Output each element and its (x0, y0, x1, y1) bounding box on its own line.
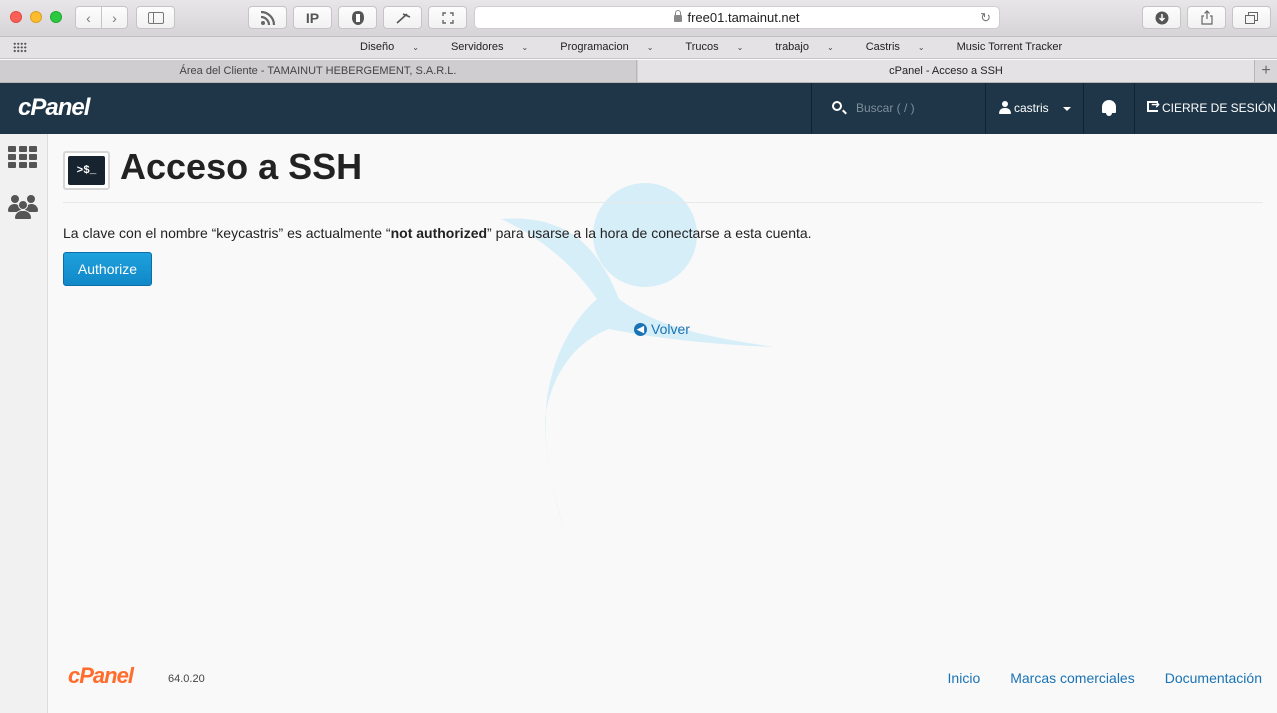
shield-icon[interactable] (338, 6, 377, 29)
footer-link-documentation[interactable]: Documentación (1165, 670, 1262, 686)
chevron-down-icon: ⌄ (736, 43, 744, 52)
caret-down-icon (1063, 107, 1071, 111)
favorite-music-torrent-tracker[interactable]: Music Torrent Tracker (957, 41, 1079, 53)
favorite-label: Music Torrent Tracker (956, 41, 1063, 53)
arrow-left-circle-icon: ◀ (634, 322, 647, 336)
favorite-label: Castris (865, 41, 900, 53)
back-icon[interactable]: ‹ (76, 7, 102, 28)
cpanel-logo[interactable]: cPanel (18, 94, 90, 122)
rss-icon[interactable] (248, 6, 287, 29)
tabs-overview-icon[interactable] (1232, 6, 1271, 29)
favorite-label: Diseño (360, 41, 395, 53)
share-icon[interactable] (1187, 6, 1226, 29)
download-icon[interactable] (1142, 6, 1181, 29)
favorite-servidores[interactable]: Servidores ⌄ (451, 41, 544, 53)
authorize-button[interactable]: Authorize (63, 252, 152, 286)
message-suffix: ” para usarse a la hora de conectarse a … (487, 225, 812, 241)
terminal-icon: >$_ (63, 151, 110, 190)
tab-cpanel-ssh[interactable]: cPanel - Acceso a SSH (638, 60, 1254, 82)
favorite-label: Trucos (685, 41, 719, 53)
logout-button[interactable]: CIERRE DE SESIÓN (1135, 83, 1277, 134)
favorite-trabajo[interactable]: trabajo ⌄ (775, 41, 849, 53)
history-nav: ‹ › (75, 6, 128, 29)
search-input[interactable] (856, 98, 976, 118)
main-content: >$_ Acceso a SSH La clave con el nombre … (49, 134, 1277, 713)
url-text: free01.tamainut.net (687, 10, 800, 25)
favorite-diseno[interactable]: Diseño ⌄ (360, 41, 435, 53)
new-tab-icon[interactable]: + (1254, 60, 1277, 82)
search-icon (832, 101, 842, 111)
tool-icon[interactable] (383, 6, 422, 29)
notifications-button[interactable] (1084, 83, 1134, 134)
footer: cPanel 64.0.20 Inicio Marcas comerciales… (49, 659, 1277, 699)
users-icon[interactable] (8, 192, 38, 220)
chevron-down-icon: ⌄ (521, 43, 529, 52)
back-link[interactable]: ◀ Volver (634, 321, 690, 337)
close-window-button[interactable] (10, 11, 22, 23)
sidebar (0, 134, 48, 713)
zoom-window-button[interactable] (50, 11, 62, 23)
apps-grid-icon[interactable] (8, 146, 37, 168)
message-prefix: La clave con el nombre “keycastris” es a… (63, 225, 391, 241)
chevron-down-icon: ⌄ (826, 43, 834, 52)
page-title: Acceso a SSH (120, 146, 363, 187)
user-icon (999, 101, 1011, 114)
expand-icon[interactable] (428, 6, 467, 29)
divider (63, 202, 1263, 203)
favorites-bar: Diseño ⌄ Servidores ⌄ Programacion ⌄ Trucos… (0, 37, 1277, 59)
footer-link-trademarks[interactable]: Marcas comerciales (1010, 670, 1134, 686)
logout-label: CIERRE DE SESIÓN (1162, 101, 1277, 115)
search-box (812, 83, 985, 134)
terminal-prompt: >$_ (68, 156, 105, 185)
ip-icon[interactable]: IP (293, 6, 332, 29)
grid-icon[interactable] (13, 42, 27, 53)
cpanel-header: cPanel castris CIERRE DE SESIÓN (0, 83, 1277, 134)
lock-icon (674, 10, 683, 22)
tab-title: cPanel - Acceso a SSH (889, 65, 1003, 77)
version: 64.0.20 (168, 673, 205, 685)
key-status-message: La clave con el nombre “keycastris” es a… (63, 225, 812, 241)
reload-icon[interactable]: ↻ (980, 10, 991, 26)
browser-toolbar: ‹ › IP free01.tamainut.net ↻ (0, 0, 1277, 37)
favorite-label: trabajo (775, 41, 809, 53)
minimize-window-button[interactable] (30, 11, 42, 23)
favorite-programacion[interactable]: Programacion ⌄ (560, 41, 669, 53)
address-bar[interactable]: free01.tamainut.net ↻ (474, 6, 1000, 29)
back-label: Volver (651, 321, 690, 337)
tab-title: Área del Cliente - TAMAINUT HEBERGEMENT,… (179, 65, 457, 77)
favorite-castris[interactable]: Castris ⌄ (866, 41, 941, 53)
favorites-list: Diseño ⌄ Servidores ⌄ Programacion ⌄ Trucos… (360, 41, 1094, 53)
chevron-down-icon: ⌄ (917, 43, 925, 52)
sidebar-icon[interactable] (136, 6, 175, 29)
favorite-label: Programacion (560, 41, 629, 53)
tab-client-area[interactable]: Área del Cliente - TAMAINUT HEBERGEMENT,… (0, 60, 637, 82)
favorite-label: Servidores (450, 41, 504, 53)
tab-bar: Área del Cliente - TAMAINUT HEBERGEMENT,… (0, 60, 1277, 83)
favorite-trucos[interactable]: Trucos ⌄ (685, 41, 759, 53)
chevron-down-icon: ⌄ (412, 43, 419, 52)
logout-icon (1147, 98, 1160, 112)
footer-link-inicio[interactable]: Inicio (948, 670, 981, 686)
chevron-down-icon: ⌄ (646, 43, 654, 52)
footer-cpanel-logo: cPanel (68, 663, 134, 688)
username: castris (1014, 101, 1049, 115)
forward-icon[interactable]: › (102, 7, 127, 28)
footer-links: Inicio Marcas comerciales Documentación (948, 670, 1262, 686)
key-status: not authorized (390, 225, 488, 241)
user-menu[interactable]: castris (986, 83, 1083, 134)
bell-icon (1102, 100, 1116, 116)
